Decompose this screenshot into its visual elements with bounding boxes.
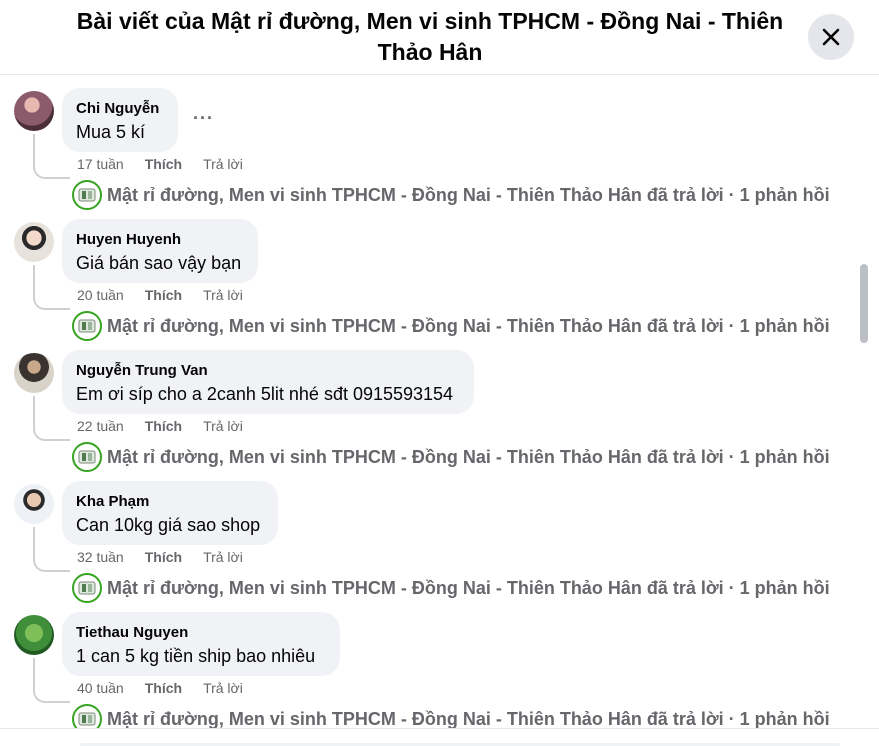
page-avatar (72, 573, 102, 603)
dialog-title: Bài viết của Mật rỉ đường, Men vi sinh T… (76, 8, 784, 65)
view-replies-button[interactable]: Mật rỉ đường, Men vi sinh TPHCM - Đồng N… (72, 442, 830, 472)
page-logo-icon (78, 581, 96, 595)
comment-item: Kha Phạm Can 10kg giá sao shop 32 tuần T… (0, 469, 858, 603)
reply-button[interactable]: Trả lời (203, 287, 243, 303)
comment-item: Nguyễn Trung Van Em ơi síp cho a 2canh 5… (0, 338, 858, 472)
page-avatar (72, 442, 102, 472)
avatar[interactable] (14, 222, 54, 262)
thread-connector (33, 527, 70, 572)
page-logo-icon (78, 450, 96, 464)
comment-actions: 40 tuần Thích Trả lời (77, 680, 264, 696)
page-logo-icon (78, 188, 96, 202)
like-button[interactable]: Thích (145, 680, 182, 696)
comment-time[interactable]: 20 tuần (77, 287, 124, 303)
page-reply-summary: Mật rỉ đường, Men vi sinh TPHCM - Đồng N… (107, 577, 830, 598)
comment-actions: 17 tuần Thích Trả lời (77, 156, 264, 172)
comment-actions: 22 tuần Thích Trả lời (77, 418, 264, 434)
reply-button[interactable]: Trả lời (203, 418, 243, 434)
like-button[interactable]: Thích (145, 418, 182, 434)
thread-connector (33, 396, 70, 441)
comment-composer-area (0, 728, 879, 746)
reply-button[interactable]: Trả lời (203, 549, 243, 565)
comment-list: Chi Nguyễn Mua 5 kí ··· 17 tuần Thích Tr… (0, 76, 858, 746)
comment-actions: 20 tuần Thích Trả lời (77, 287, 264, 303)
page-avatar (72, 180, 102, 210)
page-reply-summary: Mật rỉ đường, Men vi sinh TPHCM - Đồng N… (107, 184, 830, 205)
page-reply-summary: Mật rỉ đường, Men vi sinh TPHCM - Đồng N… (107, 446, 830, 467)
page-reply-summary: Mật rỉ đường, Men vi sinh TPHCM - Đồng N… (107, 315, 830, 336)
comment-author[interactable]: Nguyễn Trung Van (76, 361, 460, 380)
avatar[interactable] (14, 353, 54, 393)
comment-time[interactable]: 32 tuần (77, 549, 124, 565)
page-reply-summary: Mật rỉ đường, Men vi sinh TPHCM - Đồng N… (107, 708, 830, 729)
comment-time[interactable]: 17 tuần (77, 156, 124, 172)
comment-bubble: Tiethau Nguyen 1 can 5 kg tiền ship bao … (62, 612, 340, 676)
comment-bubble: Chi Nguyễn Mua 5 kí (62, 88, 178, 152)
thread-connector (33, 265, 70, 310)
more-options-icon[interactable]: ··· (193, 108, 214, 129)
comment-item: Chi Nguyễn Mua 5 kí ··· 17 tuần Thích Tr… (0, 76, 858, 210)
comment-bubble: Huyen Huyenh Giá bán sao vậy bạn (62, 219, 258, 283)
comment-bubble: Nguyễn Trung Van Em ơi síp cho a 2canh 5… (62, 350, 474, 414)
like-button[interactable]: Thích (145, 287, 182, 303)
comment-item: Tiethau Nguyen 1 can 5 kg tiền ship bao … (0, 600, 858, 734)
thread-connector (33, 134, 70, 179)
view-replies-button[interactable]: Mật rỉ đường, Men vi sinh TPHCM - Đồng N… (72, 573, 830, 603)
reply-button[interactable]: Trả lời (203, 156, 243, 172)
comment-author[interactable]: Chi Nguyễn (76, 99, 164, 118)
comment-text: Em ơi síp cho a 2canh 5lit nhé sđt 09155… (76, 384, 454, 404)
comment-time[interactable]: 22 tuần (77, 418, 124, 434)
dialog-header: Bài viết của Mật rỉ đường, Men vi sinh T… (0, 0, 879, 75)
reply-button[interactable]: Trả lời (203, 680, 243, 696)
view-replies-button[interactable]: Mật rỉ đường, Men vi sinh TPHCM - Đồng N… (72, 180, 830, 210)
view-replies-button[interactable]: Mật rỉ đường, Men vi sinh TPHCM - Đồng N… (72, 311, 830, 341)
comment-text: Can 10kg giá sao shop (76, 515, 261, 535)
thread-connector (33, 658, 70, 703)
comment-author[interactable]: Kha Phạm (76, 492, 264, 511)
avatar[interactable] (14, 615, 54, 655)
avatar[interactable] (14, 91, 54, 131)
comment-item: Huyen Huyenh Giá bán sao vậy bạn 20 tuần… (0, 207, 858, 341)
comment-text: Giá bán sao vậy bạn (76, 253, 242, 273)
comment-time[interactable]: 40 tuần (77, 680, 124, 696)
page-avatar (72, 311, 102, 341)
comment-text: 1 can 5 kg tiền ship bao nhiêu (76, 646, 316, 666)
comment-author[interactable]: Tiethau Nguyen (76, 623, 326, 642)
comment-author[interactable]: Huyen Huyenh (76, 230, 244, 249)
comment-text: Mua 5 kí (76, 122, 146, 142)
page-logo-icon (78, 319, 96, 333)
like-button[interactable]: Thích (145, 156, 182, 172)
comment-bubble: Kha Phạm Can 10kg giá sao shop (62, 481, 278, 545)
page-logo-icon (78, 712, 96, 726)
close-icon (822, 28, 840, 46)
scrollbar-thumb[interactable] (860, 264, 868, 343)
comment-actions: 32 tuần Thích Trả lời (77, 549, 264, 565)
close-button[interactable] (808, 14, 854, 60)
avatar[interactable] (14, 484, 54, 524)
like-button[interactable]: Thích (145, 549, 182, 565)
